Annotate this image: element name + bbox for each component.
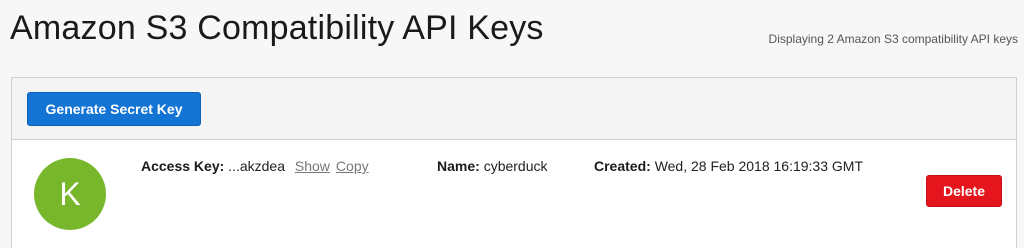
api-key-row: K Access Key: ...akzdea Show Copy Name: c… — [12, 140, 1016, 248]
delete-button[interactable]: Delete — [926, 175, 1002, 207]
display-count-text: Displaying 2 Amazon S3 compatibility API… — [768, 32, 1018, 46]
page: Amazon S3 Compatibility API Keys Display… — [0, 0, 1024, 248]
name-value: cyberduck — [483, 158, 548, 174]
created-value: Wed, 28 Feb 2018 16:19:33 GMT — [654, 158, 863, 174]
access-key-label: Access Key: — [141, 158, 225, 174]
name-label: Name: — [437, 158, 480, 174]
page-title: Amazon S3 Compatibility API Keys — [10, 9, 544, 47]
toolbar: Generate Secret Key — [12, 78, 1016, 140]
generate-secret-key-button[interactable]: Generate Secret Key — [27, 92, 201, 126]
created-field: Created: Wed, 28 Feb 2018 16:19:33 GMT — [594, 158, 863, 174]
api-keys-panel: Generate Secret Key K Access Key: ...akz… — [11, 77, 1017, 248]
access-key-field: Access Key: ...akzdea Show Copy — [141, 158, 369, 174]
show-key-link[interactable]: Show — [295, 158, 330, 174]
name-field: Name: cyberduck — [437, 158, 548, 174]
access-key-value: ...akzdea — [228, 158, 285, 174]
copy-key-link[interactable]: Copy — [336, 158, 369, 174]
avatar: K — [34, 158, 106, 230]
created-label: Created: — [594, 158, 651, 174]
